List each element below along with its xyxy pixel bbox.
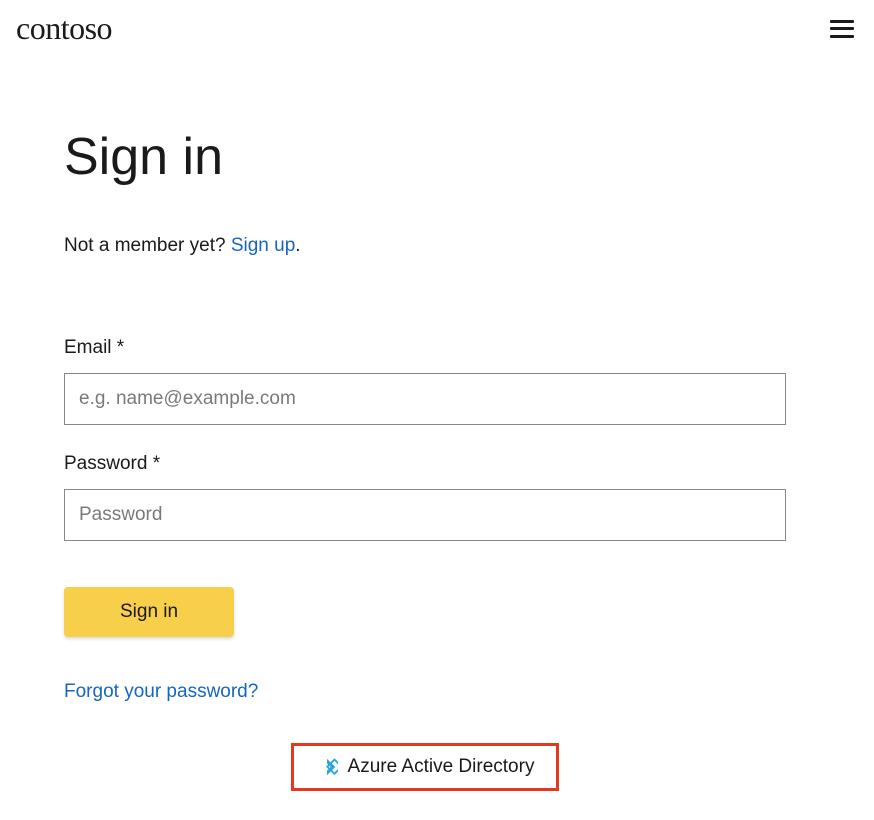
password-field[interactable] <box>64 489 786 541</box>
brand-logo: contoso <box>16 10 112 47</box>
forgot-password-link[interactable]: Forgot your password? <box>64 681 258 703</box>
signin-button[interactable]: Sign in <box>64 587 234 637</box>
header: contoso <box>0 0 874 47</box>
email-field[interactable] <box>64 373 786 425</box>
signin-container: Sign in Not a member yet? Sign up. Email… <box>0 47 850 791</box>
email-group: Email * <box>64 337 786 425</box>
signup-suffix: . <box>295 235 300 256</box>
azure-ad-button[interactable]: Azure Active Directory <box>291 743 560 791</box>
password-label: Password * <box>64 453 786 475</box>
signup-link[interactable]: Sign up <box>231 235 295 256</box>
azure-ad-icon <box>316 756 338 778</box>
azure-ad-label: Azure Active Directory <box>348 756 535 778</box>
page-title: Sign in <box>64 127 786 187</box>
sso-section: Azure Active Directory <box>64 743 786 791</box>
email-label: Email * <box>64 337 786 359</box>
password-group: Password * <box>64 453 786 541</box>
signup-prompt: Not a member yet? Sign up. <box>64 235 786 257</box>
hamburger-menu-icon[interactable] <box>830 20 854 38</box>
signup-prompt-text: Not a member yet? <box>64 235 231 256</box>
